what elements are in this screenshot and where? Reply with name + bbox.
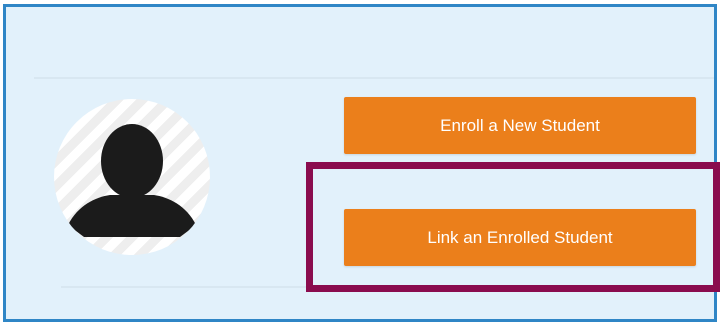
enroll-new-student-button[interactable]: Enroll a New Student [344, 97, 696, 154]
student-panel: Enroll a New Student Link an Enrolled St… [3, 4, 717, 322]
enroll-new-student-label: Enroll a New Student [440, 115, 600, 135]
link-enrolled-student-label: Link an Enrolled Student [427, 227, 613, 247]
user-silhouette-icon [68, 124, 196, 237]
link-enrolled-student-button[interactable]: Link an Enrolled Student [344, 209, 696, 266]
divider-bottom [61, 286, 321, 288]
divider-top [34, 77, 714, 79]
avatar [54, 99, 210, 255]
